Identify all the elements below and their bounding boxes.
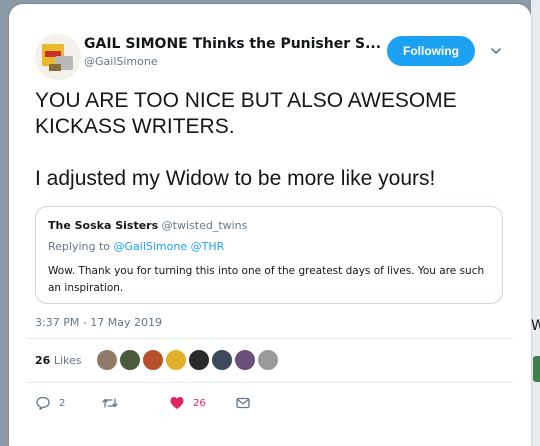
liker-avatar[interactable] [119,349,141,371]
quoted-author-handle: @twisted_twins [161,219,248,232]
divider [27,338,513,339]
background-panel-edge: W [531,0,540,446]
likes-number: 26 [35,354,51,367]
avatar-image [35,34,81,80]
liker-avatar[interactable] [188,349,210,371]
background-thumbnail-fragment [533,356,540,382]
liker-avatar[interactable] [142,349,164,371]
replying-to-label: Replying to [48,240,111,253]
tweet-timestamp[interactable]: 3:37 PM - 17 May 2019 [35,316,162,329]
likes-count[interactable]: 26 Likes [35,354,81,367]
following-button[interactable]: Following [387,36,475,66]
quoted-tweet[interactable]: The Soska Sisters @twisted_twins Replyin… [35,206,503,304]
envelope-icon [236,397,250,409]
direct-message-action[interactable] [235,394,251,412]
retweet-icon [102,398,118,408]
tweet-card: GAIL SIMONE Thinks the Punisher S... @Ga… [9,4,531,446]
liker-avatar[interactable] [211,349,233,371]
liker-avatar[interactable] [257,349,279,371]
reply-icon [36,396,50,410]
retweet-action[interactable] [101,394,127,412]
chevron-down-icon[interactable] [489,44,503,58]
tweet-text-paragraph-2: I adjusted my Widow to be more like your… [35,167,436,190]
liker-avatar[interactable] [96,349,118,371]
liker-avatar[interactable] [165,349,187,371]
author-avatar[interactable] [35,34,81,80]
quoted-replying-to: Replying to @GailSimone @THR [48,240,224,253]
like-count: 26 [193,397,206,409]
heart-icon [170,397,184,409]
reply-action[interactable]: 2 [35,394,65,412]
tweet-text: YOU ARE TOO NICE BUT ALSO AWESOME KICKAS… [35,88,505,192]
liker-avatar[interactable] [234,349,256,371]
author-display-name[interactable]: GAIL SIMONE Thinks the Punisher S... [84,36,384,52]
like-action[interactable]: 26 [169,394,206,412]
background-text-fragment: W [531,318,540,334]
tweet-text-paragraph-1: YOU ARE TOO NICE BUT ALSO AWESOME KICKAS… [35,89,457,138]
replying-to-mentions[interactable]: @GailSimone @THR [114,240,225,253]
quoted-tweet-header: The Soska Sisters @twisted_twins [48,219,247,232]
reply-count: 2 [59,397,66,409]
author-block: GAIL SIMONE Thinks the Punisher S... @Ga… [84,36,384,68]
author-handle[interactable]: @GailSimone [84,55,384,68]
likes-label: Likes [53,354,82,367]
quoted-tweet-text: Wow. Thank you for turning this into one… [48,265,485,294]
divider [27,382,513,383]
quoted-author-name: The Soska Sisters [48,219,159,232]
